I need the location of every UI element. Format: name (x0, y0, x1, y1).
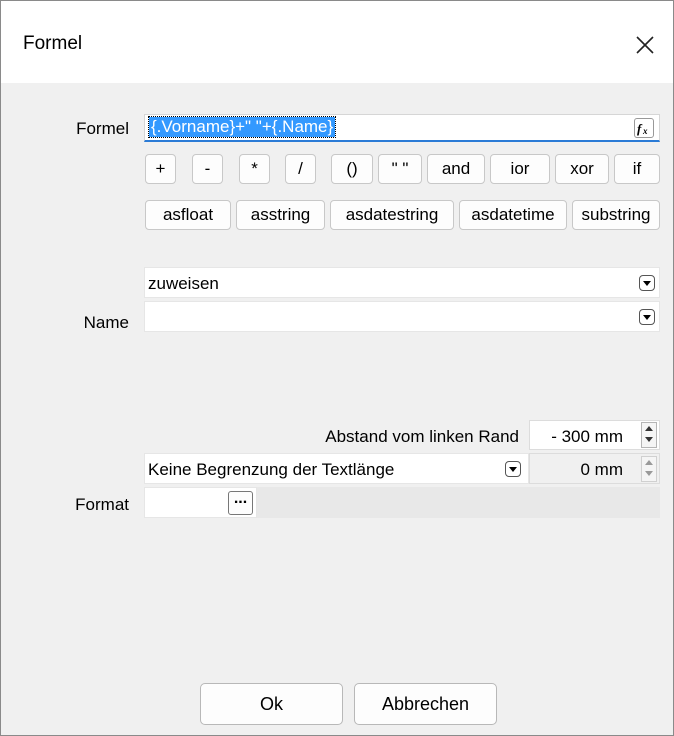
fn-substring-button[interactable]: substring (572, 200, 660, 230)
cancel-button[interactable]: Abbrechen (354, 683, 497, 725)
chevron-down-icon[interactable] (639, 275, 655, 291)
left-margin-input[interactable]: - 300 mm (529, 420, 660, 450)
fn-asstring-button[interactable]: asstring (236, 200, 325, 230)
left-margin-value: - 300 mm (551, 427, 623, 446)
op-minus-button[interactable]: - (192, 154, 223, 184)
op-if-button[interactable]: if (614, 154, 660, 184)
chevron-down-icon[interactable] (505, 461, 521, 477)
text-length-option: Keine Begrenzung der Textlänge (148, 460, 395, 479)
op-and-button[interactable]: and (427, 154, 485, 184)
format-input[interactable]: ... (144, 487, 257, 518)
chevron-down-icon[interactable] (639, 309, 655, 325)
op-plus-button[interactable]: + (145, 154, 176, 184)
function-fx-icon[interactable]: fx (634, 118, 654, 138)
name-select[interactable] (144, 301, 660, 332)
title-bar: Formel (1, 1, 673, 83)
text-length-value: 0 mm (580, 460, 624, 479)
left-margin-label: Abstand vom linken Rand (325, 427, 519, 446)
ok-button[interactable]: Ok (200, 683, 343, 725)
op-quotes-button[interactable]: " " (378, 154, 422, 184)
formula-value: {.Vorname}+" "+{.Name} (147, 116, 337, 138)
formula-input[interactable]: {.Vorname}+" "+{.Name} fx (144, 114, 660, 142)
op-multiply-button[interactable]: * (239, 154, 270, 184)
op-parentheses-button[interactable]: () (331, 154, 373, 184)
close-icon[interactable] (627, 27, 663, 63)
fn-asfloat-button[interactable]: asfloat (145, 200, 231, 230)
format-preview (257, 487, 660, 518)
fn-asdatetime-button[interactable]: asdatetime (459, 200, 567, 230)
op-divide-button[interactable]: / (285, 154, 316, 184)
formula-label: Formel (76, 119, 129, 138)
assign-select[interactable]: zuweisen (144, 267, 660, 298)
fn-asdatestring-button[interactable]: asdatestring (330, 200, 454, 230)
format-label: Format (75, 495, 129, 514)
formula-dialog: Formel Formel {.Vorname}+" "+{.Name} fx … (0, 0, 674, 736)
left-margin-spinner[interactable] (641, 422, 657, 448)
text-length-input: 0 mm (529, 453, 660, 484)
assign-value: zuweisen (148, 274, 219, 293)
text-length-select[interactable]: Keine Begrenzung der Textlänge (144, 453, 529, 484)
text-length-spinner (641, 456, 657, 482)
window-title: Formel (23, 33, 83, 54)
svg-text:x: x (642, 126, 648, 136)
op-ior-button[interactable]: ior (490, 154, 550, 184)
format-browse-button[interactable]: ... (228, 491, 253, 515)
name-label: Name (83, 313, 129, 332)
op-xor-button[interactable]: xor (555, 154, 609, 184)
